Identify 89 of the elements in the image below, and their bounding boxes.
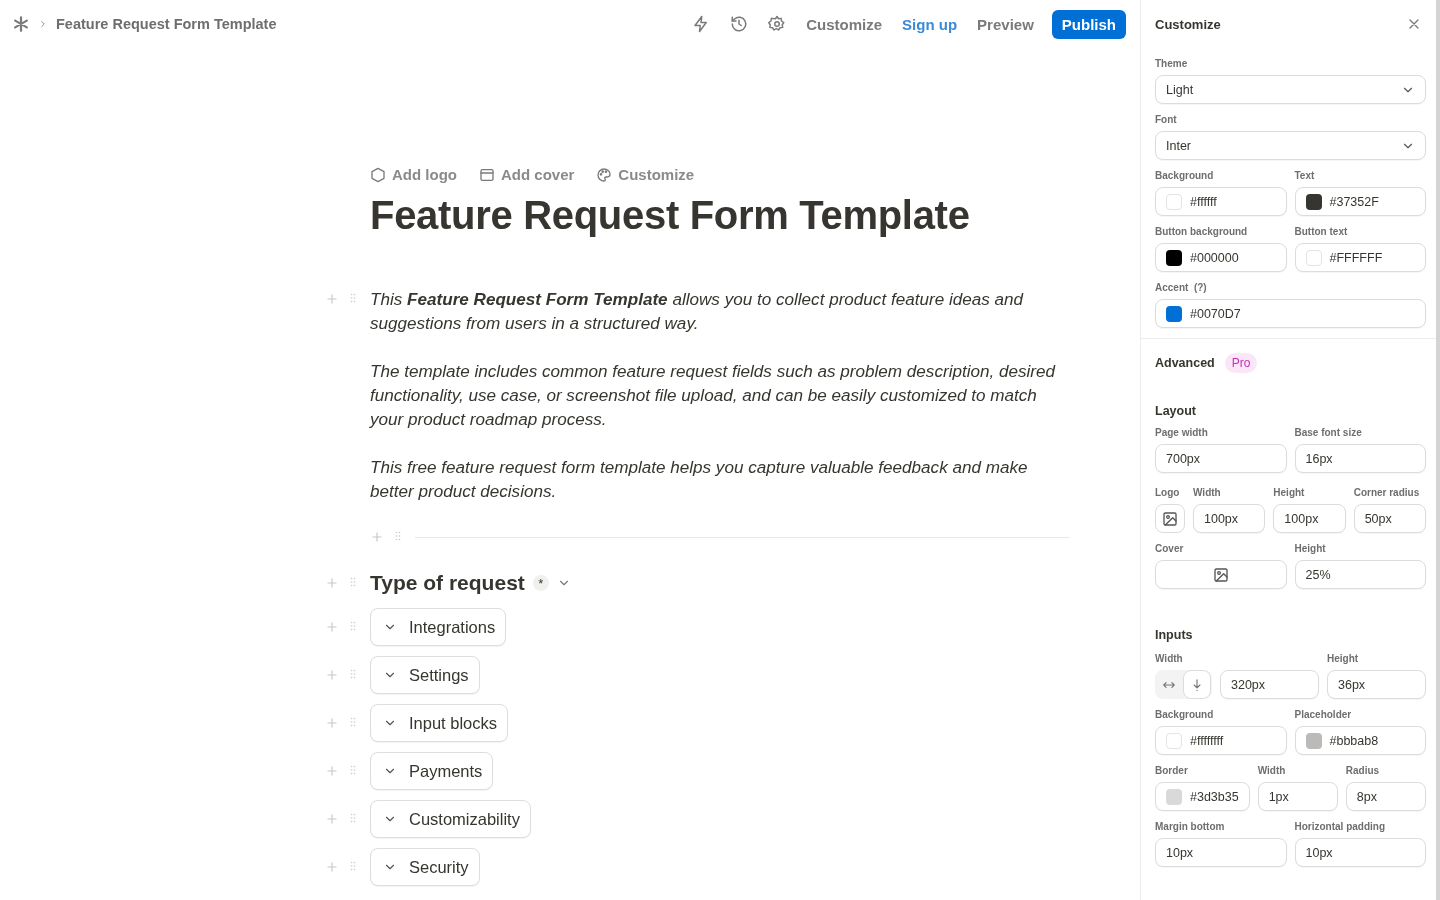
- logo-upload-button[interactable]: [1155, 504, 1185, 533]
- text-field[interactable]: 100px: [1273, 504, 1346, 533]
- plus-icon: [325, 668, 339, 682]
- field-label: Font: [1155, 114, 1178, 126]
- option-button[interactable]: Payments: [370, 752, 494, 790]
- field-label: Width: [1257, 765, 1287, 777]
- chevron-right-icon: [38, 19, 48, 29]
- field-label: Accent (?): [1155, 282, 1208, 294]
- field-label: Background: [1155, 709, 1215, 721]
- field-label: Button background: [1155, 226, 1249, 238]
- image-icon: [1162, 510, 1178, 527]
- plus-icon: [325, 812, 339, 826]
- color-field[interactable]: #ffffffff: [1155, 726, 1287, 755]
- text-field[interactable]: 320px: [1220, 670, 1319, 699]
- field-label: Corner radius: [1353, 487, 1421, 499]
- option-button[interactable]: Customizability: [370, 800, 531, 838]
- color-field[interactable]: #FFFFFF: [1294, 243, 1426, 272]
- form-title: Feature Request Form Template: [370, 193, 971, 238]
- toolbar-link[interactable]: Customize: [806, 15, 883, 33]
- plus-icon: [325, 860, 339, 874]
- color-field[interactable]: #bbbab8: [1294, 726, 1426, 755]
- option-button[interactable]: Input blocks: [370, 704, 509, 742]
- select-field[interactable]: Light: [1155, 75, 1426, 104]
- field-label: Radius: [1345, 765, 1381, 777]
- cover-upload-field[interactable]: [1155, 560, 1287, 589]
- asterisk-icon: [12, 15, 30, 33]
- field-label: Placeholder: [1294, 709, 1353, 721]
- pro-badge: Pro: [1224, 353, 1258, 373]
- field-label: Margin bottom: [1155, 821, 1226, 833]
- text-field[interactable]: 36px: [1327, 670, 1426, 699]
- field-label: Cover: [1155, 543, 1185, 555]
- publish-button[interactable]: Publish: [1051, 9, 1126, 39]
- field-label: Border: [1155, 765, 1189, 777]
- field-label: Logo: [1155, 487, 1181, 499]
- select-field[interactable]: Inter: [1155, 131, 1426, 160]
- plus-icon: [325, 716, 339, 730]
- field-label: Background: [1155, 170, 1215, 182]
- plus-icon: [325, 292, 339, 306]
- text-field[interactable]: 100px: [1193, 504, 1266, 533]
- section-heading: Layout: [1155, 404, 1196, 418]
- color-field[interactable]: #ffffff: [1155, 187, 1287, 216]
- field-label: Width: [1193, 487, 1222, 499]
- option-button[interactable]: Settings: [370, 656, 480, 694]
- text-field[interactable]: 50px: [1353, 504, 1426, 533]
- field-label: Width: [1155, 653, 1184, 665]
- section-heading: Inputs: [1155, 628, 1193, 642]
- plus-icon: [370, 530, 384, 544]
- panel-title: Customize: [1155, 16, 1221, 32]
- history-icon: [730, 15, 749, 33]
- required-mark: *: [532, 575, 549, 591]
- option-button[interactable]: Security: [370, 848, 480, 886]
- text-field[interactable]: 8px: [1345, 782, 1426, 811]
- text-field[interactable]: 10px: [1155, 838, 1287, 867]
- field-label: Text: [1294, 170, 1316, 182]
- plus-icon: [325, 576, 339, 590]
- breadcrumb-title[interactable]: Feature Request Form Template: [56, 16, 277, 32]
- description-paragraph: This free feature request form template helps you capture valuable feedback and make better product decisions.: [370, 457, 1029, 503]
- field-label: Page width: [1155, 427, 1209, 439]
- layout-icon: [479, 166, 495, 183]
- text-field[interactable]: 16px: [1294, 444, 1426, 473]
- question-label: Type of request: [370, 571, 525, 595]
- settings-icon: [768, 15, 787, 33]
- color-field[interactable]: #3d3b35: [1155, 782, 1250, 811]
- plus-icon: [325, 764, 339, 778]
- field-label: Button text: [1294, 226, 1349, 238]
- plus-icon: [325, 620, 339, 634]
- color-field[interactable]: #37352F: [1294, 187, 1426, 216]
- toolbar-link[interactable]: Sign up: [902, 15, 958, 33]
- palette-icon: [596, 166, 613, 183]
- text-field[interactable]: 700px: [1155, 444, 1287, 473]
- text-field[interactable]: 25%: [1294, 560, 1426, 589]
- text-field[interactable]: 10px: [1294, 838, 1426, 867]
- color-field[interactable]: #0070D7: [1155, 299, 1426, 328]
- width-mode-toggle[interactable]: [1183, 670, 1211, 699]
- field-label: Base font size: [1294, 427, 1363, 439]
- description-paragraph: This Feature Request Form Template allows you to collect product feature ideas and suggestions from users in a structured way.: [370, 289, 1025, 335]
- field-label: Theme: [1155, 58, 1189, 70]
- section-heading: Advanced: [1155, 356, 1215, 370]
- description-paragraph: The template includes common feature request fields such as problem description, desired functionality, use case, or screenshot file upload, and can be easily customized to match your product roadmap process.: [370, 361, 1057, 431]
- field-label: Height: [1294, 543, 1327, 555]
- text-field[interactable]: 1px: [1257, 782, 1338, 811]
- field-label: Height: [1327, 653, 1360, 665]
- hexagon-icon: [370, 166, 386, 183]
- option-button[interactable]: Integrations: [370, 608, 507, 646]
- field-label: Horizontal padding: [1294, 821, 1387, 833]
- field-label: Height: [1273, 487, 1306, 499]
- color-field[interactable]: #000000: [1155, 243, 1287, 272]
- toolbar-link[interactable]: Preview: [977, 15, 1034, 33]
- image-icon: [1212, 566, 1229, 583]
